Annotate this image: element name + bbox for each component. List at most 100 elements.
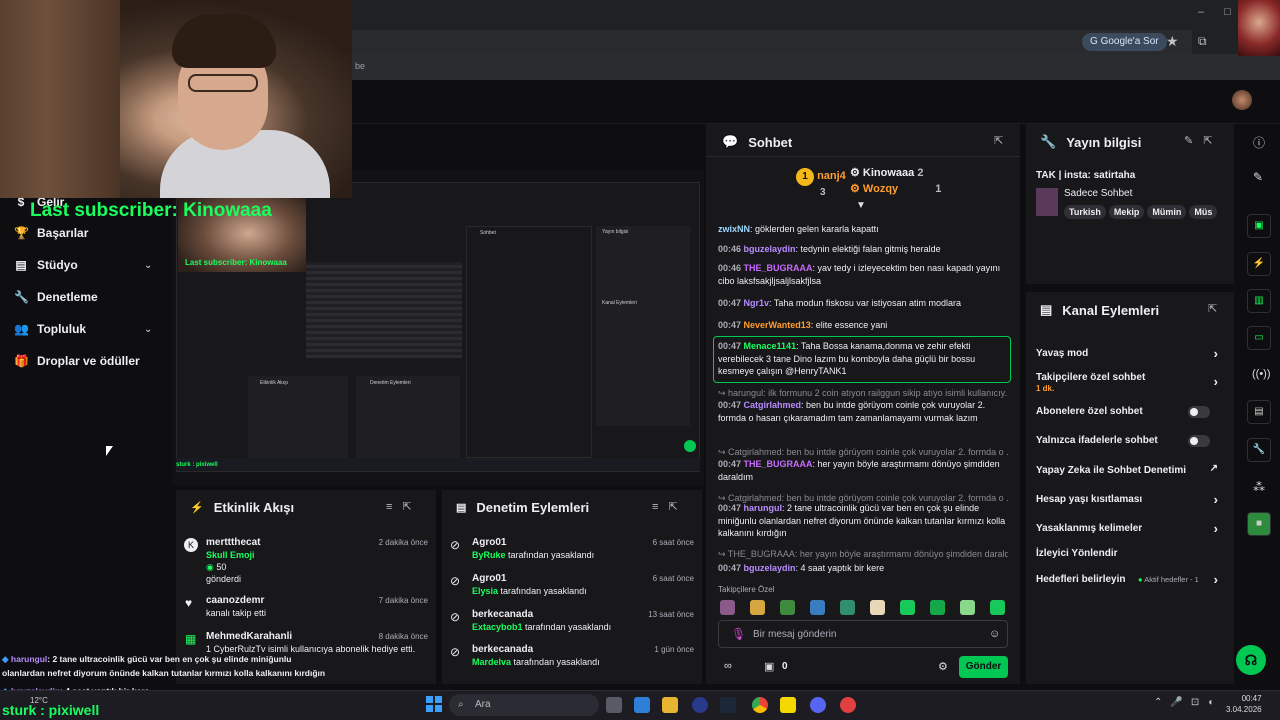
lightning-icon[interactable]: ⚡ [1247,252,1271,276]
chat-username[interactable]: harungul [744,503,783,513]
extensions-rail-icon[interactable]: ⁂ [1253,480,1265,494]
chevron-right-icon: › [1213,374,1218,389]
chat-username[interactable]: THE_BUGRAAA [744,459,813,469]
filter-icon[interactable]: ≡⇱ [652,500,688,513]
chat-message: 00:47 NeverWanted13: elite essence yani [718,319,1008,332]
points-icon[interactable]: ▣ [764,660,774,673]
overlay-text: olanlardan nefret diyorum önünde kalkan … [2,668,326,678]
tag[interactable]: Müs [1189,205,1218,219]
tag-list: Turkish Mekip Mümin Müs [1064,204,1228,219]
chrome-icon[interactable] [752,697,768,713]
follower-only-row[interactable]: Takipçilere özel sohbet 1 dk. › [1036,372,1224,394]
collapse-icon[interactable]: ▼ [856,200,866,211]
sidebar-item-studyo[interactable]: ▤ Stüdyo [14,258,77,272]
chat-settings-icon[interactable]: ⚙ [938,660,948,673]
tag[interactable]: Mekip [1108,205,1145,219]
task-view-icon[interactable] [606,697,622,713]
filter-icon[interactable]: ≡⇱ [386,500,422,513]
panel-icon[interactable]: ▤ [1247,400,1271,424]
bits-icon[interactable]: ∞ [724,660,732,672]
steam-icon[interactable] [720,697,736,713]
help-headset-icon[interactable]: ☊ [1236,645,1266,675]
edit-icon[interactable]: ✎⇱ [1184,134,1222,147]
notes-icon[interactable] [780,697,796,713]
mod-name: ByRuke [472,550,506,560]
emote-icon[interactable] [960,600,975,615]
chat-username[interactable]: zwixNN [718,224,750,234]
google-ask-button[interactable]: G Google'a Sor [1082,33,1167,51]
chat-username[interactable]: Ngr1v [744,298,770,308]
calculator-icon[interactable] [634,697,650,713]
discord-icon[interactable] [810,697,826,713]
document-icon[interactable]: ▥ [1247,289,1271,313]
gift-icon: ▦ [185,632,197,646]
banned-words-row[interactable]: Yasaklanmış kelimeler › [1036,521,1224,536]
record-icon[interactable] [840,697,856,713]
emote-icon[interactable] [810,600,825,615]
emote-icon[interactable] [900,600,915,615]
chat-username[interactable]: bguzelaydin [744,563,796,573]
ai-moderation-row[interactable]: Yapay Zeka ile Sohbet Denetimi ↗ [1036,463,1224,476]
tag[interactable]: Mümin [1147,205,1187,219]
chat-username[interactable]: Catgirlahmed [744,400,802,410]
chat-username[interactable]: bguzelaydin [744,244,796,254]
emote-icon[interactable] [750,600,765,615]
broadcast-icon[interactable]: ((•)) [1252,368,1271,380]
bookmark-star-icon[interactable]: ★ [1166,33,1179,50]
user-avatar[interactable] [1232,90,1252,110]
sidebar-item-basarilar[interactable]: 🏆 Başarılar [14,226,88,240]
chevron-down-icon[interactable]: ⌄ [144,260,152,271]
emote-icon[interactable] [720,600,735,615]
emote-icon[interactable] [780,600,795,615]
system-tray-icons[interactable]: ⌃🎤⊡◖ [1154,697,1221,708]
popout-icon[interactable]: ⇱ [1208,302,1227,315]
chat-icon[interactable]: ▭ [1247,326,1271,350]
sidebar-item-denetleme[interactable]: 🔧 Denetleme [14,290,98,304]
slow-mode-row[interactable]: Yavaş mod › [1036,346,1224,361]
sidebar-item-droplar[interactable]: 🎁 Droplar ve ödüller [14,354,140,368]
emoji-icon[interactable]: ☺ [989,628,1000,640]
windows-start-icon[interactable] [426,696,442,712]
emote-icon[interactable] [990,600,1005,615]
emote-icon[interactable] [870,600,885,615]
folder-icon[interactable] [662,697,678,713]
chat-username[interactable]: Menace1141 [744,341,797,351]
address-text: be [355,61,366,71]
sidebar-item-topluluk[interactable]: 👥 Topluluk [14,322,86,336]
wrench-icon[interactable]: 🔧 [1247,438,1271,462]
chat-username[interactable]: THE_BUGRAAA [744,263,813,273]
raid-row[interactable]: İzleyici Yönlendir [1036,548,1224,559]
clip-icon[interactable]: ▣ [1247,214,1271,238]
streamer-overlay-text: sturk : pixiwell [2,702,100,718]
emote-only-toggle[interactable] [1188,435,1210,447]
taskbar-search[interactable]: ⌕ Ara [449,694,599,716]
activity-feed-title: Etkinlik Akışı [213,500,295,515]
mod-actions-header: ▤ Denetim Eylemleri [456,500,589,515]
account-age-row[interactable]: Hesap yaşı kısıtlaması › [1036,492,1224,507]
chevron-down-icon[interactable]: ⌄ [144,324,152,335]
address-bar[interactable] [352,30,1192,54]
activity-detail: Skull Emoji [206,550,255,560]
mod-action: tarafından yasaklandı [513,657,600,667]
microphone-icon[interactable]: 🎙 [731,627,746,641]
tag[interactable]: Turkish [1064,205,1106,219]
info-icon[interactable]: ⓘ [1253,134,1265,151]
mod-actions-title: Denetim Eylemleri [476,500,590,515]
chat-input[interactable]: 🎙 Bir mesaj gönderin ☺ [718,620,1008,648]
chat-username[interactable]: NeverWanted13 [744,320,811,330]
game-icon[interactable]: ■ [1247,512,1271,536]
preview-help-icon [684,440,696,452]
popout-icon[interactable]: ⇱ [994,134,1013,147]
action-label: Yasaklanmış kelimeler [1036,523,1143,534]
app-icon[interactable] [692,697,708,713]
emote-icon[interactable] [840,600,855,615]
top-chatter-1: 1 nanj4 3 [796,168,846,198]
taskbar-clock[interactable]: 00:47 3.04.2026 [1226,693,1262,715]
sub-only-toggle[interactable] [1188,406,1210,418]
emote-icon[interactable] [930,600,945,615]
pencil-icon[interactable]: ✎ [1253,170,1263,184]
extensions-icon[interactable]: ⧉ [1198,34,1207,49]
goals-row[interactable]: Hedefleri belirleyin ● Aktif hedefler - 1… [1036,572,1224,587]
send-button[interactable]: Gönder [959,656,1008,678]
chat-timestamp: 00:46 [718,263,744,273]
